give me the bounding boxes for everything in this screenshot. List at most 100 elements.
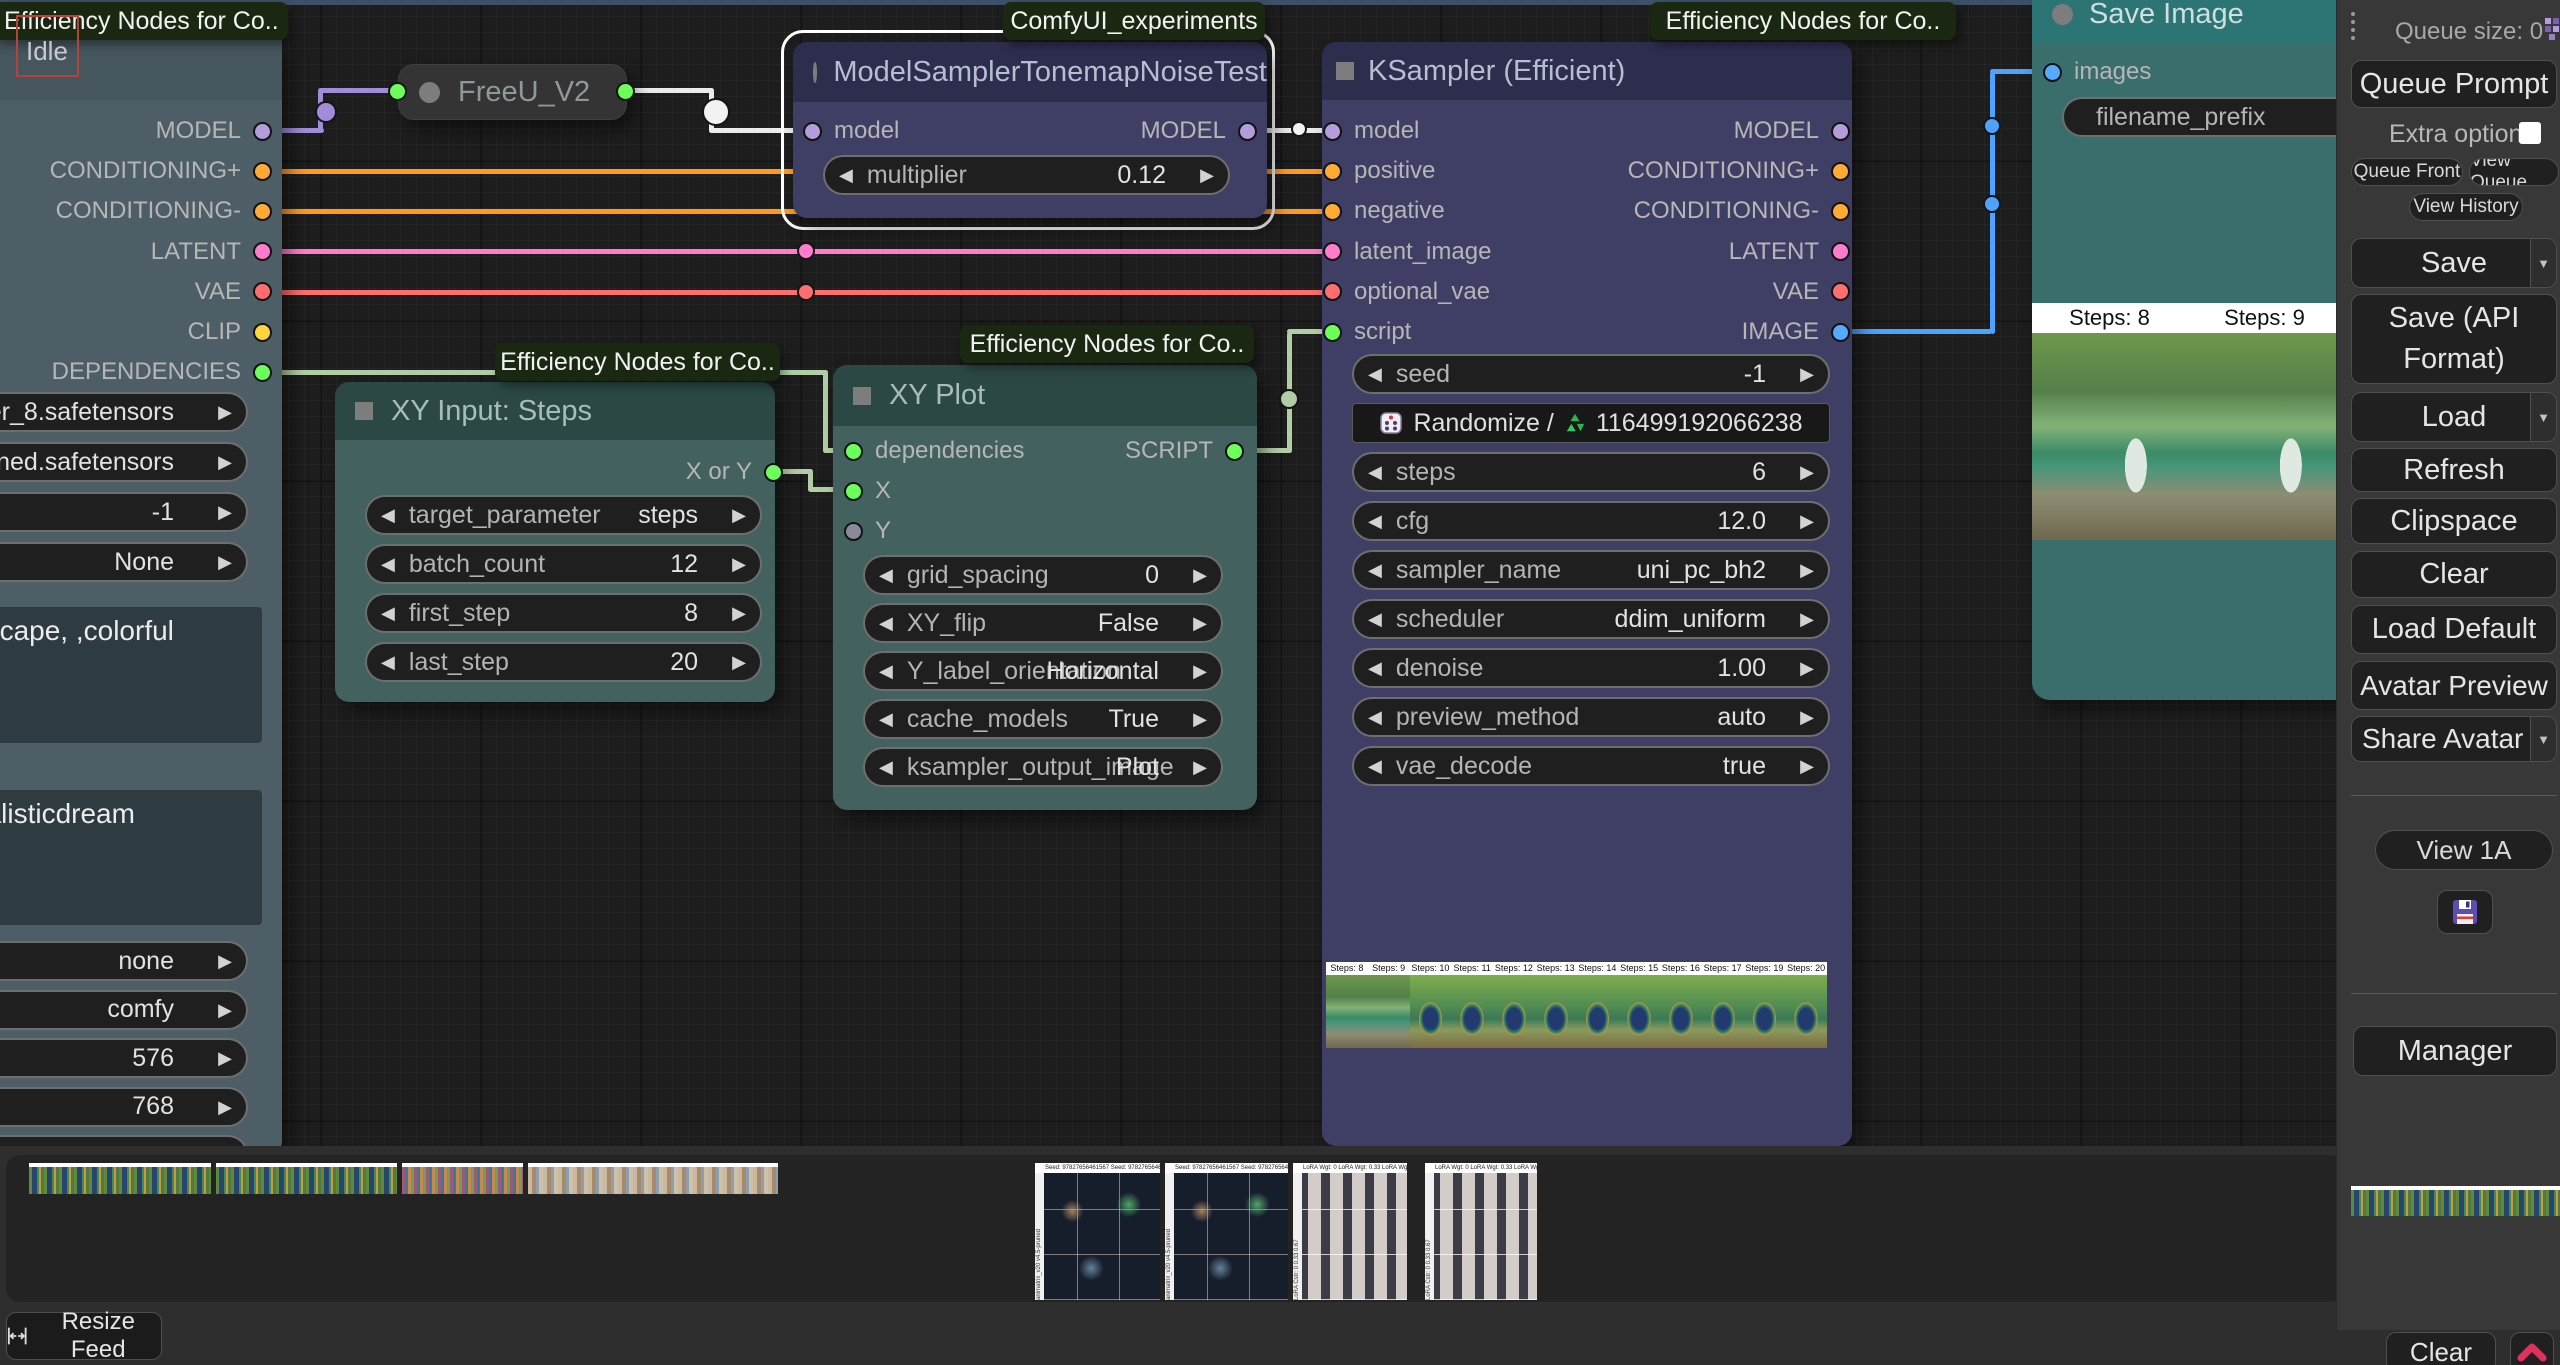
negative-prompt-textarea[interactable]: ealisticdream bbox=[0, 790, 262, 925]
widget-ksampler_output_image[interactable]: ◀ksampler_output_imagePlot▶ bbox=[863, 747, 1223, 787]
freeu-output-port[interactable] bbox=[616, 82, 635, 101]
SCRIPT-port[interactable] bbox=[1225, 442, 1244, 461]
decrement-arrow-icon[interactable]: ◀ bbox=[1368, 659, 1382, 677]
MODEL-port[interactable] bbox=[253, 122, 272, 141]
decrement-arrow-icon[interactable]: ◀ bbox=[1368, 708, 1382, 726]
clipspace-button[interactable]: Clipspace bbox=[2351, 498, 2557, 544]
increment-arrow-icon[interactable]: ▶ bbox=[1193, 566, 1207, 584]
widget-seed[interactable]: ◀seed-1▶ bbox=[1352, 354, 1830, 394]
feed-thumbnail[interactable] bbox=[216, 1163, 397, 1194]
reroute-dot[interactable] bbox=[702, 98, 730, 126]
increment-arrow-icon[interactable]: ▶ bbox=[218, 453, 232, 471]
latent_image-port[interactable] bbox=[1323, 242, 1342, 261]
decrement-arrow-icon[interactable]: ◀ bbox=[879, 566, 893, 584]
decrement-arrow-icon[interactable]: ◀ bbox=[1368, 512, 1382, 530]
queue-prompt-button[interactable]: Queue Prompt bbox=[2351, 60, 2557, 108]
drag-handle-icon[interactable] bbox=[2351, 12, 2355, 16]
increment-arrow-icon[interactable]: ▶ bbox=[218, 1098, 232, 1116]
widget-multiplier[interactable]: ◀multiplier0.12▶ bbox=[823, 155, 1230, 195]
widget-None[interactable]: ◀None▶ bbox=[0, 542, 248, 582]
DEPENDENCIES-port[interactable] bbox=[253, 363, 272, 382]
feed-thumbnail[interactable] bbox=[402, 1163, 523, 1194]
CONDITIONING+-port[interactable] bbox=[1831, 162, 1850, 181]
decrement-arrow-icon[interactable]: ◀ bbox=[879, 710, 893, 728]
Y-port[interactable] bbox=[844, 522, 863, 541]
VAE-port[interactable] bbox=[253, 282, 272, 301]
increment-arrow-icon[interactable]: ▶ bbox=[218, 1049, 232, 1067]
increment-arrow-icon[interactable]: ▶ bbox=[1193, 758, 1207, 776]
decrement-arrow-icon[interactable]: ◀ bbox=[879, 662, 893, 680]
increment-arrow-icon[interactable]: ▶ bbox=[1800, 757, 1814, 775]
collapse-toggle[interactable] bbox=[853, 387, 871, 405]
view-queue-button[interactable]: View Queue bbox=[2469, 158, 2559, 186]
CONDITIONING+-port[interactable] bbox=[253, 162, 272, 181]
randomize-seed-button[interactable]: Randomize /116499192066238 bbox=[1352, 403, 1830, 443]
collapse-toggle[interactable] bbox=[1336, 62, 1354, 80]
MODEL-port[interactable] bbox=[1831, 122, 1850, 141]
collapse-feed-button[interactable] bbox=[2510, 1332, 2554, 1365]
reroute-dot[interactable] bbox=[1983, 117, 2001, 135]
MODEL-port[interactable] bbox=[1238, 122, 1257, 141]
increment-arrow-icon[interactable]: ▶ bbox=[1200, 166, 1214, 184]
increment-arrow-icon[interactable]: ▶ bbox=[1800, 610, 1814, 628]
widget-er_8.safetensors[interactable]: ◀er_8.safetensors▶ bbox=[0, 392, 248, 432]
save-dropdown-caret[interactable] bbox=[2530, 239, 2556, 287]
increment-arrow-icon[interactable]: ▶ bbox=[1800, 365, 1814, 383]
model-port[interactable] bbox=[803, 122, 822, 141]
widget-XY_flip[interactable]: ◀XY_flipFalse▶ bbox=[863, 603, 1223, 643]
view-history-button[interactable]: View History bbox=[2409, 193, 2523, 221]
decrement-arrow-icon[interactable]: ◀ bbox=[381, 604, 395, 622]
images-port[interactable] bbox=[2043, 63, 2062, 82]
manager-button[interactable]: Manager bbox=[2353, 1026, 2557, 1076]
widget-grid_spacing[interactable]: ◀grid_spacing0▶ bbox=[863, 555, 1223, 595]
dependencies-port[interactable] bbox=[844, 442, 863, 461]
reroute-dot[interactable] bbox=[1983, 195, 2001, 213]
avatar-preview-button[interactable]: Avat­ar Preview bbox=[2351, 661, 2557, 710]
LATENT-port[interactable] bbox=[253, 242, 272, 261]
increment-arrow-icon[interactable]: ▶ bbox=[1800, 561, 1814, 579]
increment-arrow-icon[interactable]: ▶ bbox=[218, 553, 232, 571]
widget-last_step[interactable]: ◀last_step20▶ bbox=[365, 642, 762, 682]
widget-Y_label_orientation[interactable]: ◀Y_label_orientationHorizontal▶ bbox=[863, 651, 1223, 691]
increment-arrow-icon[interactable]: ▶ bbox=[1193, 662, 1207, 680]
node-freeu-v2[interactable]: FreeU_V2 bbox=[398, 64, 627, 120]
increment-arrow-icon[interactable]: ▶ bbox=[218, 403, 232, 421]
reroute-dot[interactable] bbox=[315, 101, 337, 123]
collapse-toggle[interactable] bbox=[2052, 4, 2073, 25]
increment-arrow-icon[interactable]: ▶ bbox=[1800, 659, 1814, 677]
freeu-input-port[interactable] bbox=[388, 82, 407, 101]
increment-arrow-icon[interactable]: ▶ bbox=[218, 503, 232, 521]
negative-port[interactable] bbox=[1323, 202, 1342, 221]
increment-arrow-icon[interactable]: ▶ bbox=[218, 1001, 232, 1019]
view-1a-button[interactable]: View 1A bbox=[2375, 830, 2553, 870]
collapse-toggle[interactable] bbox=[419, 82, 440, 103]
increment-arrow-icon[interactable]: ▶ bbox=[732, 604, 746, 622]
save-button[interactable]: Save bbox=[2351, 238, 2557, 288]
decrement-arrow-icon[interactable]: ◀ bbox=[1368, 757, 1382, 775]
feed-thumbnail[interactable] bbox=[528, 1163, 778, 1194]
widget-576[interactable]: ◀576▶ bbox=[0, 1038, 248, 1078]
feed-thumbnail[interactable]: Seed: 97827656461567 Seed: 9782765646156… bbox=[1035, 1163, 1160, 1300]
widget-preview_method[interactable]: ◀preview_methodauto▶ bbox=[1352, 697, 1830, 737]
decrement-arrow-icon[interactable]: ◀ bbox=[381, 506, 395, 524]
save-avatar-button[interactable] bbox=[2437, 890, 2493, 934]
widget--1[interactable]: ◀-1▶ bbox=[0, 492, 248, 532]
node-graph-canvas[interactable]: Efficiency Nodes for Co.. Idle MODELCOND… bbox=[0, 0, 2560, 1365]
decrement-arrow-icon[interactable]: ◀ bbox=[381, 653, 395, 671]
widget-768[interactable]: ◀768▶ bbox=[0, 1087, 248, 1127]
share-avatar-caret[interactable] bbox=[2530, 717, 2556, 761]
widget-denoise[interactable]: ◀denoise1.00▶ bbox=[1352, 648, 1830, 688]
reroute-dot[interactable] bbox=[797, 283, 815, 301]
X or Y-port[interactable] bbox=[764, 463, 783, 482]
widget-target_parameter[interactable]: ◀target_parametersteps▶ bbox=[365, 495, 762, 535]
decrement-arrow-icon[interactable]: ◀ bbox=[839, 166, 853, 184]
widget-batch_count[interactable]: ◀batch_count12▶ bbox=[365, 544, 762, 584]
widget-vae_decode[interactable]: ◀vae_decodetrue▶ bbox=[1352, 746, 1830, 786]
increment-arrow-icon[interactable]: ▶ bbox=[218, 952, 232, 970]
positive-prompt-textarea[interactable]: dscape, ,colorful bbox=[0, 607, 262, 743]
load-dropdown-caret[interactable] bbox=[2530, 393, 2556, 441]
increment-arrow-icon[interactable]: ▶ bbox=[1800, 708, 1814, 726]
extra-options-checkbox[interactable] bbox=[2519, 122, 2541, 144]
widget-none[interactable]: ◀none▶ bbox=[0, 941, 248, 981]
optional_vae-port[interactable] bbox=[1323, 282, 1342, 301]
